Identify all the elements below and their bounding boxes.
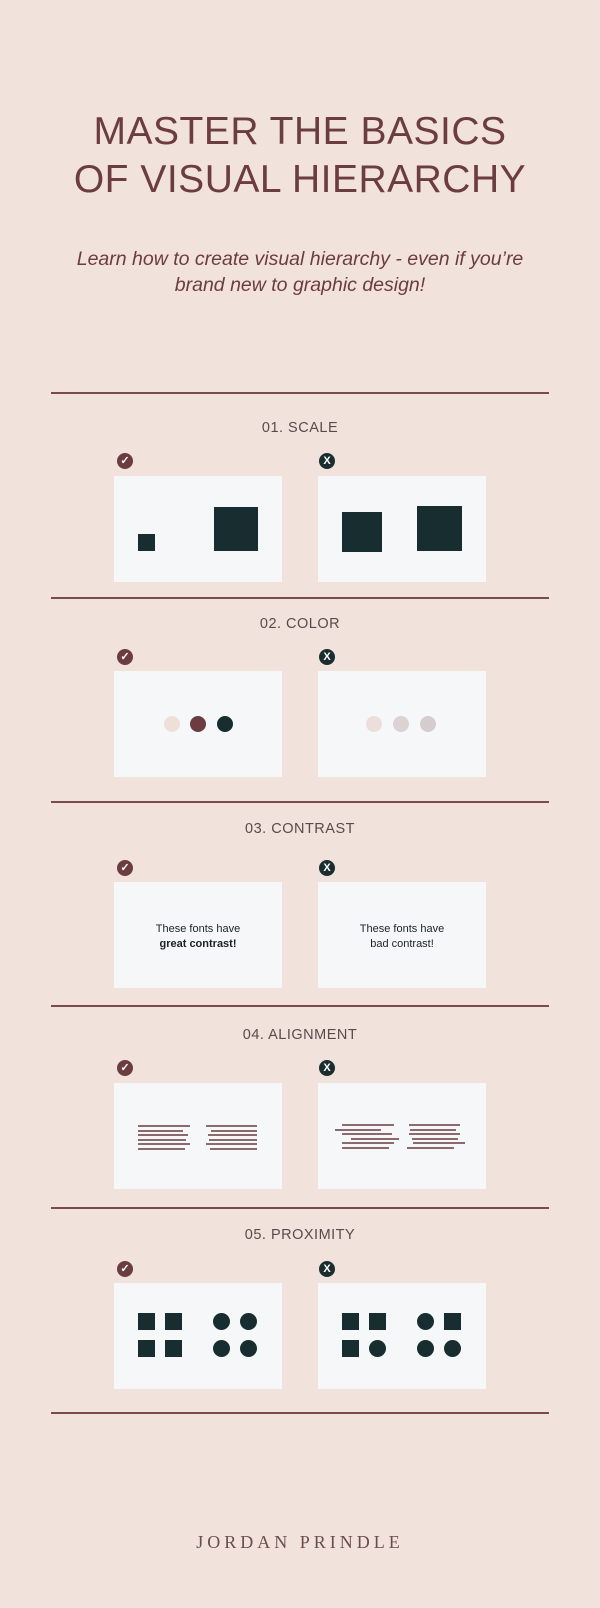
normal-text: These fonts have <box>155 923 241 935</box>
check-icon: ✓ <box>117 1261 133 1277</box>
text-line <box>412 1138 458 1140</box>
subtitle: Learn how to create visual hierarchy - e… <box>0 246 600 298</box>
good-example-panel <box>114 1083 282 1189</box>
text-line <box>138 1148 185 1150</box>
text-line <box>206 1125 257 1127</box>
text-line <box>210 1148 257 1150</box>
text-line <box>138 1134 188 1136</box>
square-shape <box>165 1313 182 1330</box>
check-icon: ✓ <box>117 453 133 469</box>
square-shape <box>138 1340 155 1357</box>
text-line <box>206 1143 257 1145</box>
color-dot-light <box>366 716 382 732</box>
circle-shape <box>417 1340 434 1357</box>
circle-shape <box>240 1313 257 1330</box>
text-line <box>351 1138 399 1140</box>
bad-example-panel <box>318 1083 486 1189</box>
color-dot-light <box>420 716 436 732</box>
title-line-2: OF VISUAL HIERARCHY <box>73 158 527 201</box>
section-title: 04. ALIGNMENT <box>242 1027 358 1043</box>
square-shape <box>165 1340 182 1357</box>
color-dot-light <box>164 716 180 732</box>
color-dot-maroon <box>190 716 206 732</box>
text-line <box>409 1124 460 1126</box>
text-line <box>211 1130 257 1132</box>
text-line <box>138 1130 183 1132</box>
square-shape <box>138 1313 155 1330</box>
good-example-panel <box>114 671 282 777</box>
text-line <box>138 1143 190 1145</box>
square-shape <box>444 1313 461 1330</box>
check-icon: ✓ <box>117 649 133 665</box>
text-line <box>335 1129 381 1131</box>
title-line-1: MASTER THE BASICS <box>93 110 507 153</box>
text-line <box>138 1139 186 1141</box>
bad-example-panel: These fonts have bad contrast! <box>318 882 486 988</box>
page-title: MASTER THE BASICS OF VISUAL HIERARCHY <box>0 108 600 204</box>
check-icon: ✓ <box>117 860 133 876</box>
good-example-panel <box>114 1283 282 1389</box>
text-line <box>410 1129 456 1131</box>
text-line <box>342 1142 394 1144</box>
divider <box>51 392 549 394</box>
section-title: 01. SCALE <box>261 420 339 436</box>
x-icon: X <box>319 1261 335 1277</box>
divider <box>51 1207 549 1209</box>
text-line <box>407 1147 454 1149</box>
circle-shape <box>444 1340 461 1357</box>
text-line <box>208 1134 257 1136</box>
bad-example-panel <box>318 671 486 777</box>
square-shape <box>342 1313 359 1330</box>
text-line <box>342 1133 392 1135</box>
color-dot-light <box>393 716 409 732</box>
text-line <box>413 1142 465 1144</box>
normal-text: These fonts have <box>359 923 445 935</box>
bold-text: great contrast! <box>159 938 237 950</box>
x-icon: X <box>319 1060 335 1076</box>
x-icon: X <box>319 860 335 876</box>
x-icon: X <box>319 649 335 665</box>
bad-example-panel <box>318 476 486 582</box>
check-icon: ✓ <box>117 1060 133 1076</box>
subtitle-line-1: Learn how to create visual hierarchy - e… <box>76 248 524 270</box>
section-title: 02. COLOR <box>259 616 341 632</box>
circle-shape <box>213 1340 230 1357</box>
circle-shape <box>213 1313 230 1330</box>
circle-shape <box>240 1340 257 1357</box>
divider <box>51 1412 549 1414</box>
circle-shape <box>369 1340 386 1357</box>
square-shape <box>369 1313 386 1330</box>
small-square <box>138 534 155 551</box>
normal-text: bad contrast! <box>370 938 434 950</box>
large-square <box>417 506 462 551</box>
medium-square <box>342 512 382 552</box>
section-title: 05. PROXIMITY <box>244 1227 356 1243</box>
good-example-panel: These fonts have great contrast! <box>114 882 282 988</box>
brand-name: JORDAN PRINDLE <box>196 1532 404 1552</box>
x-icon: X <box>319 453 335 469</box>
text-line <box>209 1139 257 1141</box>
text-line <box>342 1124 394 1126</box>
color-dot-dark <box>217 716 233 732</box>
section-title: 03. CONTRAST <box>245 821 355 837</box>
text-line <box>342 1147 389 1149</box>
bad-example-panel <box>318 1283 486 1389</box>
divider <box>51 1005 549 1007</box>
large-square <box>214 507 258 551</box>
text-line <box>409 1133 460 1135</box>
circle-shape <box>417 1313 434 1330</box>
text-line <box>138 1125 190 1127</box>
divider <box>51 597 549 599</box>
good-example-panel <box>114 476 282 582</box>
divider <box>51 801 549 803</box>
square-shape <box>342 1340 359 1357</box>
subtitle-line-2: brand new to graphic design! <box>174 274 426 296</box>
